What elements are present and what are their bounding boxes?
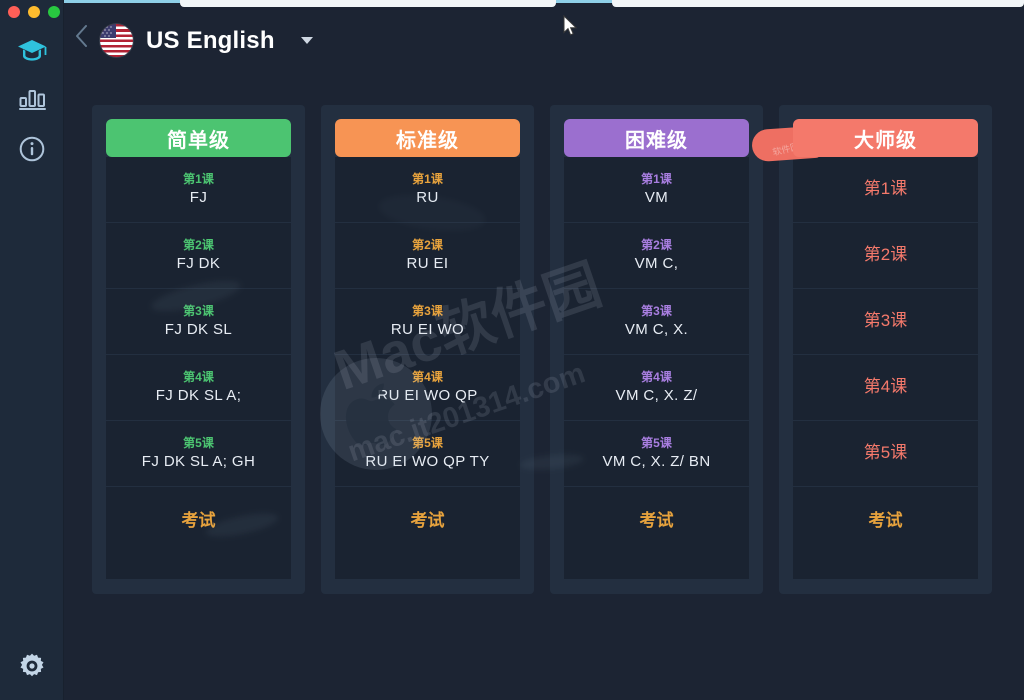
info-circle-icon	[19, 136, 45, 162]
level-card: 简单级第1课 FJ 第2课 FJ DK 第3课 FJ DK SL 第4课 FJ DK SL A…	[92, 105, 305, 594]
lesson-number: 第3课	[641, 303, 672, 318]
left-sidebar	[0, 0, 64, 700]
lesson-list: 第1课 RU 第2课 RU EI 第3课 RU EI WO 第4课 RU EI WO QP 第5…	[335, 157, 520, 579]
lesson-row[interactable]: 第3课	[793, 289, 978, 355]
exam-row[interactable]: 考试	[564, 487, 749, 549]
lesson-keys: FJ DK SL A;	[155, 386, 242, 404]
lesson-row[interactable]: 第4课 FJ DK SL A;	[106, 355, 291, 421]
lesson-keys: FJ	[189, 188, 208, 206]
bar-chart-icon	[18, 87, 46, 111]
level-card: 标准级第1课 RU 第2课 RU EI 第3课 RU EI WO 第4课 RU EI WO Q…	[321, 105, 534, 594]
lesson-number: 第5课	[183, 435, 214, 450]
lesson-number: 第3课	[863, 311, 908, 331]
lesson-number: 第5课	[863, 443, 908, 463]
lesson-row[interactable]: 第5课 FJ DK SL A; GH	[106, 421, 291, 487]
lesson-number: 第2课	[183, 237, 214, 252]
lesson-number: 第5课	[412, 435, 443, 450]
lesson-list: 第1课 FJ 第2课 FJ DK 第3课 FJ DK SL 第4课 FJ DK SL A; 第5…	[106, 157, 291, 579]
sidebar-item-settings[interactable]	[0, 643, 64, 689]
level-header-button[interactable]: 简单级	[106, 119, 291, 157]
lesson-number: 第2课	[641, 237, 672, 252]
exam-label: 考试	[181, 510, 216, 530]
lesson-number: 第4课	[641, 369, 672, 384]
lesson-number: 第5课	[641, 435, 672, 450]
minimize-button[interactable]	[28, 6, 40, 18]
lesson-row[interactable]: 第1课 VM	[564, 157, 749, 223]
lesson-row[interactable]: 第2课 VM C,	[564, 223, 749, 289]
exam-row[interactable]: 考试	[106, 487, 291, 549]
lesson-row[interactable]: 第1课 RU	[335, 157, 520, 223]
maximize-button[interactable]	[48, 6, 60, 18]
lesson-number: 第2课	[863, 245, 908, 265]
lesson-keys: FJ DK SL	[164, 320, 233, 338]
gear-icon	[18, 652, 46, 680]
lesson-keys: VM C, X. Z/	[615, 386, 698, 404]
lesson-keys: RU EI	[406, 254, 449, 272]
exam-row[interactable]: 考试	[335, 487, 520, 549]
lesson-number: 第4课	[412, 369, 443, 384]
lesson-row[interactable]: 第2课 FJ DK	[106, 223, 291, 289]
lesson-row[interactable]: 第5课 RU EI WO QP TY	[335, 421, 520, 487]
back-button[interactable]	[69, 22, 93, 54]
sidebar-item-info[interactable]	[0, 126, 64, 172]
chevron-down-icon[interactable]	[300, 37, 313, 44]
lesson-row[interactable]: 第1课	[793, 157, 978, 223]
lesson-keys: RU	[416, 188, 439, 206]
level-card: 大师级第1课第2课第3课第4课第5课考试	[779, 105, 992, 594]
lesson-row[interactable]: 第3课 FJ DK SL	[106, 289, 291, 355]
language-label: US English	[146, 26, 275, 54]
app-window: US English 简单级第1课 FJ 第2课 FJ DK 第3课 FJ DK SL 第4…	[0, 0, 1024, 700]
graduation-cap-icon	[17, 38, 47, 64]
sidebar-item-learn[interactable]	[0, 28, 64, 74]
lesson-keys: RU EI WO	[390, 320, 465, 338]
lesson-row[interactable]: 第4课	[793, 355, 978, 421]
lesson-keys: VM C,	[634, 254, 679, 272]
lesson-row[interactable]: 第3课 RU EI WO	[335, 289, 520, 355]
lesson-keys: FJ DK SL A; GH	[141, 452, 256, 470]
lesson-number: 第1课	[641, 171, 672, 186]
lesson-row[interactable]: 第3课 VM C, X.	[564, 289, 749, 355]
lesson-list: 第1课第2课第3课第4课第5课考试	[793, 157, 978, 579]
lesson-row[interactable]: 第4课 RU EI WO QP	[335, 355, 520, 421]
lesson-number: 第1课	[183, 171, 214, 186]
level-card: 困难级第1课 VM 第2课 VM C, 第3课 VM C, X. 第4课 VM C, X. Z…	[550, 105, 763, 594]
chevron-left-icon	[75, 24, 88, 52]
lesson-row[interactable]: 第2课	[793, 223, 978, 289]
level-header-button[interactable]: 标准级	[335, 119, 520, 157]
lesson-number: 第3课	[412, 303, 443, 318]
lesson-number: 第1课	[412, 171, 443, 186]
traffic-lights	[8, 6, 60, 18]
lesson-keys: FJ DK	[176, 254, 221, 272]
lesson-keys: RU EI WO QP	[377, 386, 478, 404]
lesson-number: 第1课	[863, 179, 908, 199]
lesson-number: 第4课	[183, 369, 214, 384]
close-button[interactable]	[8, 6, 20, 18]
exam-label: 考试	[639, 510, 674, 530]
app-header: US English	[64, 0, 1024, 88]
exam-row[interactable]: 考试	[793, 487, 978, 549]
sidebar-item-statistics[interactable]	[0, 76, 64, 122]
lesson-keys: VM C, X.	[624, 320, 689, 338]
exam-label: 考试	[868, 510, 903, 530]
level-header-button[interactable]: 困难级	[564, 119, 749, 157]
lesson-row[interactable]: 第5课	[793, 421, 978, 487]
lesson-number: 第4课	[863, 377, 908, 397]
exam-label: 考试	[410, 510, 445, 530]
language-selector[interactable]: US English	[100, 24, 313, 57]
levels-grid: 简单级第1课 FJ 第2课 FJ DK 第3课 FJ DK SL 第4课 FJ DK SL A…	[92, 105, 992, 594]
lesson-row[interactable]: 第4课 VM C, X. Z/	[564, 355, 749, 421]
lesson-row[interactable]: 第1课 FJ	[106, 157, 291, 223]
lesson-keys: RU EI WO QP TY	[365, 452, 490, 470]
lesson-row[interactable]: 第2课 RU EI	[335, 223, 520, 289]
level-header-button[interactable]: 大师级	[793, 119, 978, 157]
lesson-row[interactable]: 第5课 VM C, X. Z/ BN	[564, 421, 749, 487]
lesson-number: 第3课	[183, 303, 214, 318]
lesson-number: 第2课	[412, 237, 443, 252]
lesson-keys: VM C, X. Z/ BN	[602, 452, 711, 470]
lesson-keys: VM	[644, 188, 669, 206]
us-flag-icon	[100, 24, 133, 57]
lesson-list: 第1课 VM 第2课 VM C, 第3课 VM C, X. 第4课 VM C, X. Z/第5…	[564, 157, 749, 579]
